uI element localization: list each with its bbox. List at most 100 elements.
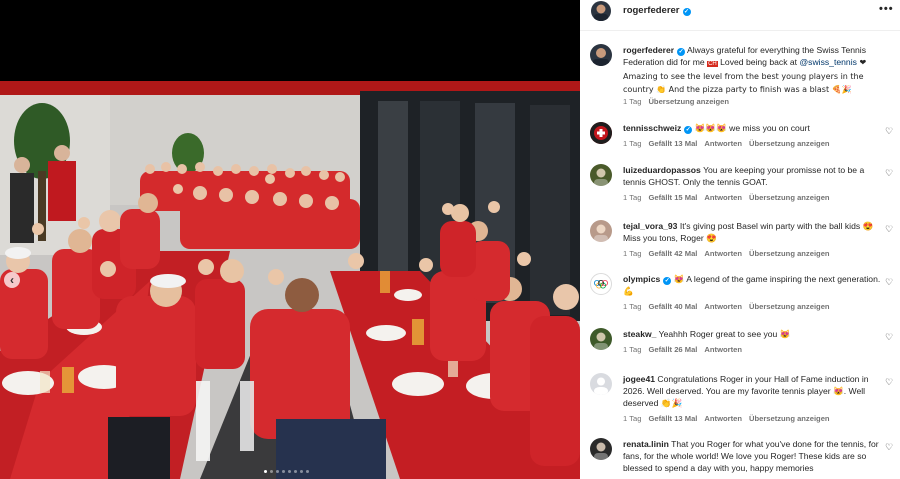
comment-text: olympics ✓ 😻 A legend of the game inspiri… xyxy=(623,273,881,297)
caption-translate-button[interactable]: Übersetzung anzeigen xyxy=(648,97,729,106)
caption-time[interactable]: 1 Tag xyxy=(623,97,641,106)
comment-meta: 1 Tag Gefällt 13 Mal Antworten Übersetzung … xyxy=(623,414,837,423)
comment-username[interactable]: tennisschweiz xyxy=(623,123,681,133)
verified-badge-icon: ✓ xyxy=(677,48,686,56)
comment-time[interactable]: 1 Tag xyxy=(623,302,641,311)
comment-time[interactable]: 1 Tag xyxy=(623,249,641,258)
reply-button[interactable]: Antworten xyxy=(704,139,742,148)
comment-body: 😻😻😻 we miss you on court xyxy=(692,123,810,133)
comment-username[interactable]: renata.linin xyxy=(623,439,669,449)
user-avatar-image xyxy=(594,224,608,242)
comment-text: renata.linin That you Roger for what you… xyxy=(623,438,881,474)
comment-time[interactable]: 1 Tag xyxy=(623,414,641,423)
caption-username[interactable]: rogerfederer xyxy=(623,45,674,55)
translate-button[interactable]: Übersetzung anzeigen xyxy=(749,139,830,148)
carousel-dot[interactable] xyxy=(288,470,291,473)
reply-button[interactable]: Antworten xyxy=(704,249,742,258)
olympic-rings-icon xyxy=(594,280,608,289)
comment-avatar[interactable] xyxy=(590,328,612,350)
mention-link[interactable]: @swiss_tennis xyxy=(799,57,856,67)
comment-body: Yeahhh Roger great to see you 😻 xyxy=(656,329,791,339)
comment-avatar[interactable] xyxy=(590,122,612,144)
rogerfederer-avatar-image xyxy=(591,1,611,21)
comment-likes[interactable]: Gefällt 13 Mal xyxy=(648,414,697,423)
reply-button[interactable]: Antworten xyxy=(704,193,742,202)
heart-icon[interactable]: ♡ xyxy=(885,442,893,453)
user-avatar-image xyxy=(594,332,608,350)
reply-button[interactable]: Antworten xyxy=(704,414,742,423)
comment-text: jogee41 Congratulations Roger in your Ha… xyxy=(623,373,881,409)
heart-icon[interactable]: ♡ xyxy=(885,377,893,388)
header-divider xyxy=(580,30,900,31)
post-media: ‹ xyxy=(0,0,580,479)
comment-likes[interactable]: Gefällt 42 Mal xyxy=(648,249,697,258)
carousel-dot[interactable] xyxy=(282,470,285,473)
caption-avatar[interactable] xyxy=(590,44,612,66)
comment-text: tennisschweiz ✓ 😻😻😻 we miss you on court xyxy=(623,122,881,134)
post-header: rogerfederer ✓ ••• xyxy=(580,0,900,24)
comment-likes[interactable]: Gefällt 40 Mal xyxy=(648,302,697,311)
carousel-dot[interactable] xyxy=(270,470,273,473)
header-username[interactable]: rogerfederer xyxy=(623,5,680,16)
carousel-dot[interactable] xyxy=(306,470,309,473)
comment-likes[interactable]: Gefällt 15 Mal xyxy=(648,193,697,202)
heart-icon[interactable]: ♡ xyxy=(885,126,893,137)
heart-icon[interactable]: ♡ xyxy=(885,332,893,343)
comment-body: Congratulations Roger in your Hall of Fa… xyxy=(623,374,869,408)
translate-button[interactable]: Übersetzung anzeigen xyxy=(749,249,830,258)
carousel-dot[interactable] xyxy=(276,470,279,473)
comments-panel: rogerfederer ✓ ••• rogerfederer ✓ Always g… xyxy=(580,0,900,479)
tennisschweiz-logo-icon xyxy=(590,122,612,144)
post-photo[interactable] xyxy=(0,81,580,479)
more-options-button[interactable]: ••• xyxy=(879,3,894,15)
carousel-dot[interactable] xyxy=(300,470,303,473)
header-avatar[interactable] xyxy=(591,1,611,21)
translate-button[interactable]: Übersetzung anzeigen xyxy=(749,414,830,423)
user-avatar-image xyxy=(594,168,608,186)
reply-button[interactable]: Antworten xyxy=(704,345,742,354)
carousel-prev-button[interactable]: ‹ xyxy=(4,272,20,288)
heart-icon[interactable]: ♡ xyxy=(885,168,893,179)
comment-meta: 1 Tag Gefällt 26 Mal Antworten xyxy=(623,345,749,354)
comment-avatar[interactable] xyxy=(590,373,612,395)
comment-username[interactable]: steakw_ xyxy=(623,329,656,339)
comment-username[interactable]: tejal_vora_93 xyxy=(623,221,677,231)
comment-text: steakw_ Yeahhh Roger great to see you 😻 xyxy=(623,328,881,340)
caption-meta: 1 Tag Übersetzung anzeigen xyxy=(623,97,736,106)
comment-meta: 1 Tag Gefällt 42 Mal Antworten Übersetzung … xyxy=(623,249,837,258)
heart-icon[interactable]: ♡ xyxy=(885,277,893,288)
header-username-row[interactable]: rogerfederer ✓ xyxy=(623,5,691,16)
comment-meta: 1 Tag Gefällt 40 Mal Antworten Übersetzung … xyxy=(623,302,837,311)
comment-likes[interactable]: Gefällt 13 Mal xyxy=(648,139,697,148)
comment-body: 😻 A legend of the game inspiring the nex… xyxy=(623,274,881,296)
carousel-dots xyxy=(264,470,309,476)
comment-likes[interactable]: Gefällt 26 Mal xyxy=(648,345,697,354)
comment-avatar[interactable] xyxy=(590,273,612,295)
user-avatar-image xyxy=(594,442,608,460)
carousel-dot[interactable] xyxy=(294,470,297,473)
comment-time[interactable]: 1 Tag xyxy=(623,139,641,148)
comment-avatar[interactable] xyxy=(590,438,612,460)
comment-time[interactable]: 1 Tag xyxy=(623,345,641,354)
caption-text: rogerfederer ✓ Always grateful for everyt… xyxy=(623,44,881,96)
comment-username[interactable]: luizeduardopassos xyxy=(623,165,701,175)
comment-meta: 1 Tag Gefällt 15 Mal Antworten Übersetzung … xyxy=(623,193,837,202)
comment-avatar[interactable] xyxy=(590,220,612,242)
comment-meta: 1 Tag Gefällt 13 Mal Antworten Übersetzung … xyxy=(623,139,837,148)
team-photo-image xyxy=(0,81,580,479)
default-avatar-icon xyxy=(594,377,608,395)
translate-button[interactable]: Übersetzung anzeigen xyxy=(749,193,830,202)
comment-time[interactable]: 1 Tag xyxy=(623,193,641,202)
comment-username[interactable]: olympics xyxy=(623,274,660,284)
comment-avatar[interactable] xyxy=(590,164,612,186)
comment-text: tejal_vora_93 It's giving post Basel win… xyxy=(623,220,881,244)
reply-button[interactable]: Antworten xyxy=(704,302,742,311)
swiss-flag-icon: CH xyxy=(707,61,718,67)
verified-badge-icon: ✓ xyxy=(682,8,691,16)
translate-button[interactable]: Übersetzung anzeigen xyxy=(749,302,830,311)
heart-icon[interactable]: ♡ xyxy=(885,224,893,235)
comment-text: luizeduardopassos You are keeping your p… xyxy=(623,164,881,188)
caption-part-2: Loved being back at xyxy=(717,57,800,67)
carousel-dot[interactable] xyxy=(264,470,267,473)
comment-username[interactable]: jogee41 xyxy=(623,374,655,384)
